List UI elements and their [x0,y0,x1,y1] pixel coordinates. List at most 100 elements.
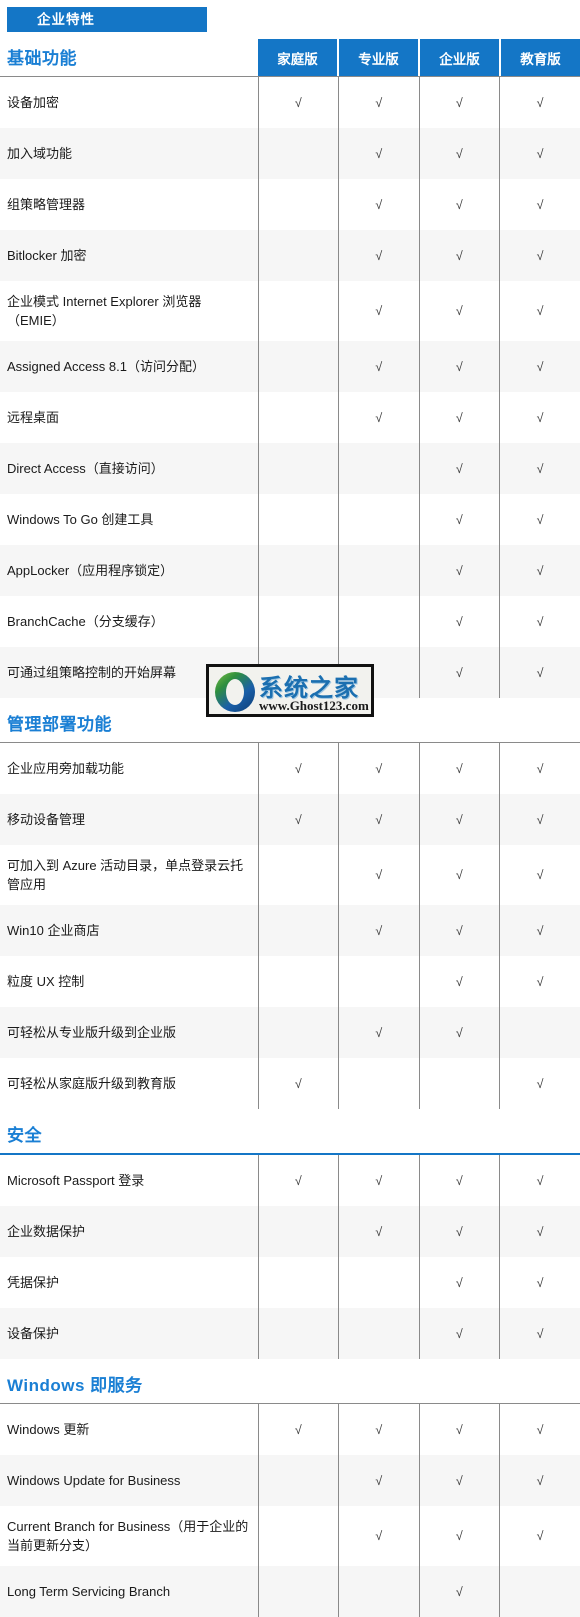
feature-supported-cell: √ [419,392,500,443]
checkmark-icon: √ [537,814,544,827]
feature-supported-cell: √ [258,77,339,129]
enterprise-feature-comparison-page: 企业特性 基础功能家庭版专业版企业版教育版设备加密√√√√加入域功能√√√组策略… [0,0,580,1617]
checkmark-icon: √ [456,616,463,629]
checkmark-icon: √ [456,305,463,318]
checkmark-icon: √ [537,463,544,476]
table-row: 设备保护√√ [0,1308,580,1359]
table-row: Windows To Go 创建工具√√ [0,494,580,545]
feature-name: 企业应用旁加载功能 [0,743,258,795]
feature-supported-cell: √ [500,905,580,956]
checkmark-icon: √ [537,565,544,578]
feature-supported-cell: √ [419,956,500,1007]
feature-name: Current Branch for Business（用于企业的当前更新分支） [0,1506,258,1566]
table-row: 远程桌面√√√ [0,392,580,443]
checkmark-icon: √ [456,976,463,989]
feature-supported-cell: √ [339,128,420,179]
feature-name: 企业数据保护 [0,1206,258,1257]
feature-supported-cell: √ [339,1007,420,1058]
feature-unsupported-cell [258,128,339,179]
checkmark-icon: √ [456,148,463,161]
feature-name: 移动设备管理 [0,794,258,845]
checkmark-icon: √ [375,361,382,374]
table-row: AppLocker（应用程序锁定）√√ [0,545,580,596]
feature-name: 设备加密 [0,77,258,129]
feature-unsupported-cell [258,1257,339,1308]
feature-supported-cell: √ [500,341,580,392]
feature-supported-cell: √ [500,1154,580,1206]
checkmark-icon: √ [375,1226,382,1239]
section-header: 安全 [0,1109,580,1153]
table-row: 凭据保护√√ [0,1257,580,1308]
feature-supported-cell: √ [500,743,580,795]
column-header-4[interactable]: 教育版 [501,39,580,76]
checkmark-icon: √ [375,1027,382,1040]
feature-supported-cell: √ [339,1154,420,1206]
checkmark-icon: √ [456,1277,463,1290]
watermark-ring-icon [215,672,255,712]
checkmark-icon: √ [375,763,382,776]
checkmark-icon: √ [456,1226,463,1239]
table-row: 移动设备管理√√√√ [0,794,580,845]
feature-supported-cell: √ [419,179,500,230]
feature-supported-cell: √ [500,545,580,596]
checkmark-icon: √ [375,925,382,938]
feature-supported-cell: √ [339,905,420,956]
feature-supported-cell: √ [500,596,580,647]
feature-supported-cell: √ [500,1058,580,1109]
feature-supported-cell: √ [419,341,500,392]
column-header-3[interactable]: 企业版 [420,39,501,76]
checkmark-icon: √ [456,463,463,476]
feature-unsupported-cell [258,1506,339,1566]
checkmark-icon: √ [456,514,463,527]
feature-name: Windows 更新 [0,1404,258,1456]
table-row: Win10 企业商店√√√ [0,905,580,956]
feature-supported-cell: √ [419,230,500,281]
column-header-2[interactable]: 专业版 [339,39,420,76]
checkmark-icon: √ [537,1475,544,1488]
table-row: Windows Update for Business√√√ [0,1455,580,1506]
feature-supported-cell: √ [339,845,420,905]
section-title: Windows 即服务 [7,1371,143,1396]
checkmark-icon: √ [375,1475,382,1488]
feature-supported-cell: √ [339,77,420,129]
table-row: Assigned Access 8.1（访问分配）√√√ [0,341,580,392]
feature-name: Bitlocker 加密 [0,230,258,281]
checkmark-icon: √ [456,565,463,578]
checkmark-icon: √ [537,1530,544,1543]
feature-supported-cell: √ [339,392,420,443]
section: 安全Microsoft Passport 登录√√√√企业数据保护√√√凭据保护… [0,1109,580,1359]
feature-supported-cell: √ [339,1506,420,1566]
feature-supported-cell: √ [419,545,500,596]
tab-enterprise-features[interactable]: 企业特性 [7,7,207,32]
checkmark-icon: √ [537,1328,544,1341]
checkmark-icon: √ [456,412,463,425]
table-row: 可轻松从专业版升级到企业版√√ [0,1007,580,1058]
checkmark-icon: √ [537,305,544,318]
feature-unsupported-cell [500,1007,580,1058]
feature-unsupported-cell [258,1007,339,1058]
section-title: 安全 [7,1121,42,1146]
feature-supported-cell: √ [339,1404,420,1456]
feature-supported-cell: √ [419,1308,500,1359]
feature-unsupported-cell [258,596,339,647]
comparison-sections: 基础功能家庭版专业版企业版教育版设备加密√√√√加入域功能√√√组策略管理器√√… [0,32,580,1617]
feature-unsupported-cell [258,443,339,494]
checkmark-icon: √ [456,1027,463,1040]
checkmark-icon: √ [375,1424,382,1437]
feature-unsupported-cell [339,1308,420,1359]
table-row: 可轻松从家庭版升级到教育版√√ [0,1058,580,1109]
checkmark-icon: √ [456,667,463,680]
column-header-1[interactable]: 家庭版 [258,39,339,76]
feature-unsupported-cell [258,230,339,281]
checkmark-icon: √ [375,305,382,318]
table-row: Long Term Servicing Branch√ [0,1566,580,1617]
checkmark-icon: √ [537,1226,544,1239]
feature-supported-cell: √ [419,1257,500,1308]
feature-unsupported-cell [339,956,420,1007]
table-row: 粒度 UX 控制√√ [0,956,580,1007]
feature-unsupported-cell [339,545,420,596]
feature-unsupported-cell [339,494,420,545]
feature-name: BranchCache（分支缓存） [0,596,258,647]
edition-column-headers: 家庭版专业版企业版教育版 [258,39,580,76]
checkmark-icon: √ [375,97,382,110]
